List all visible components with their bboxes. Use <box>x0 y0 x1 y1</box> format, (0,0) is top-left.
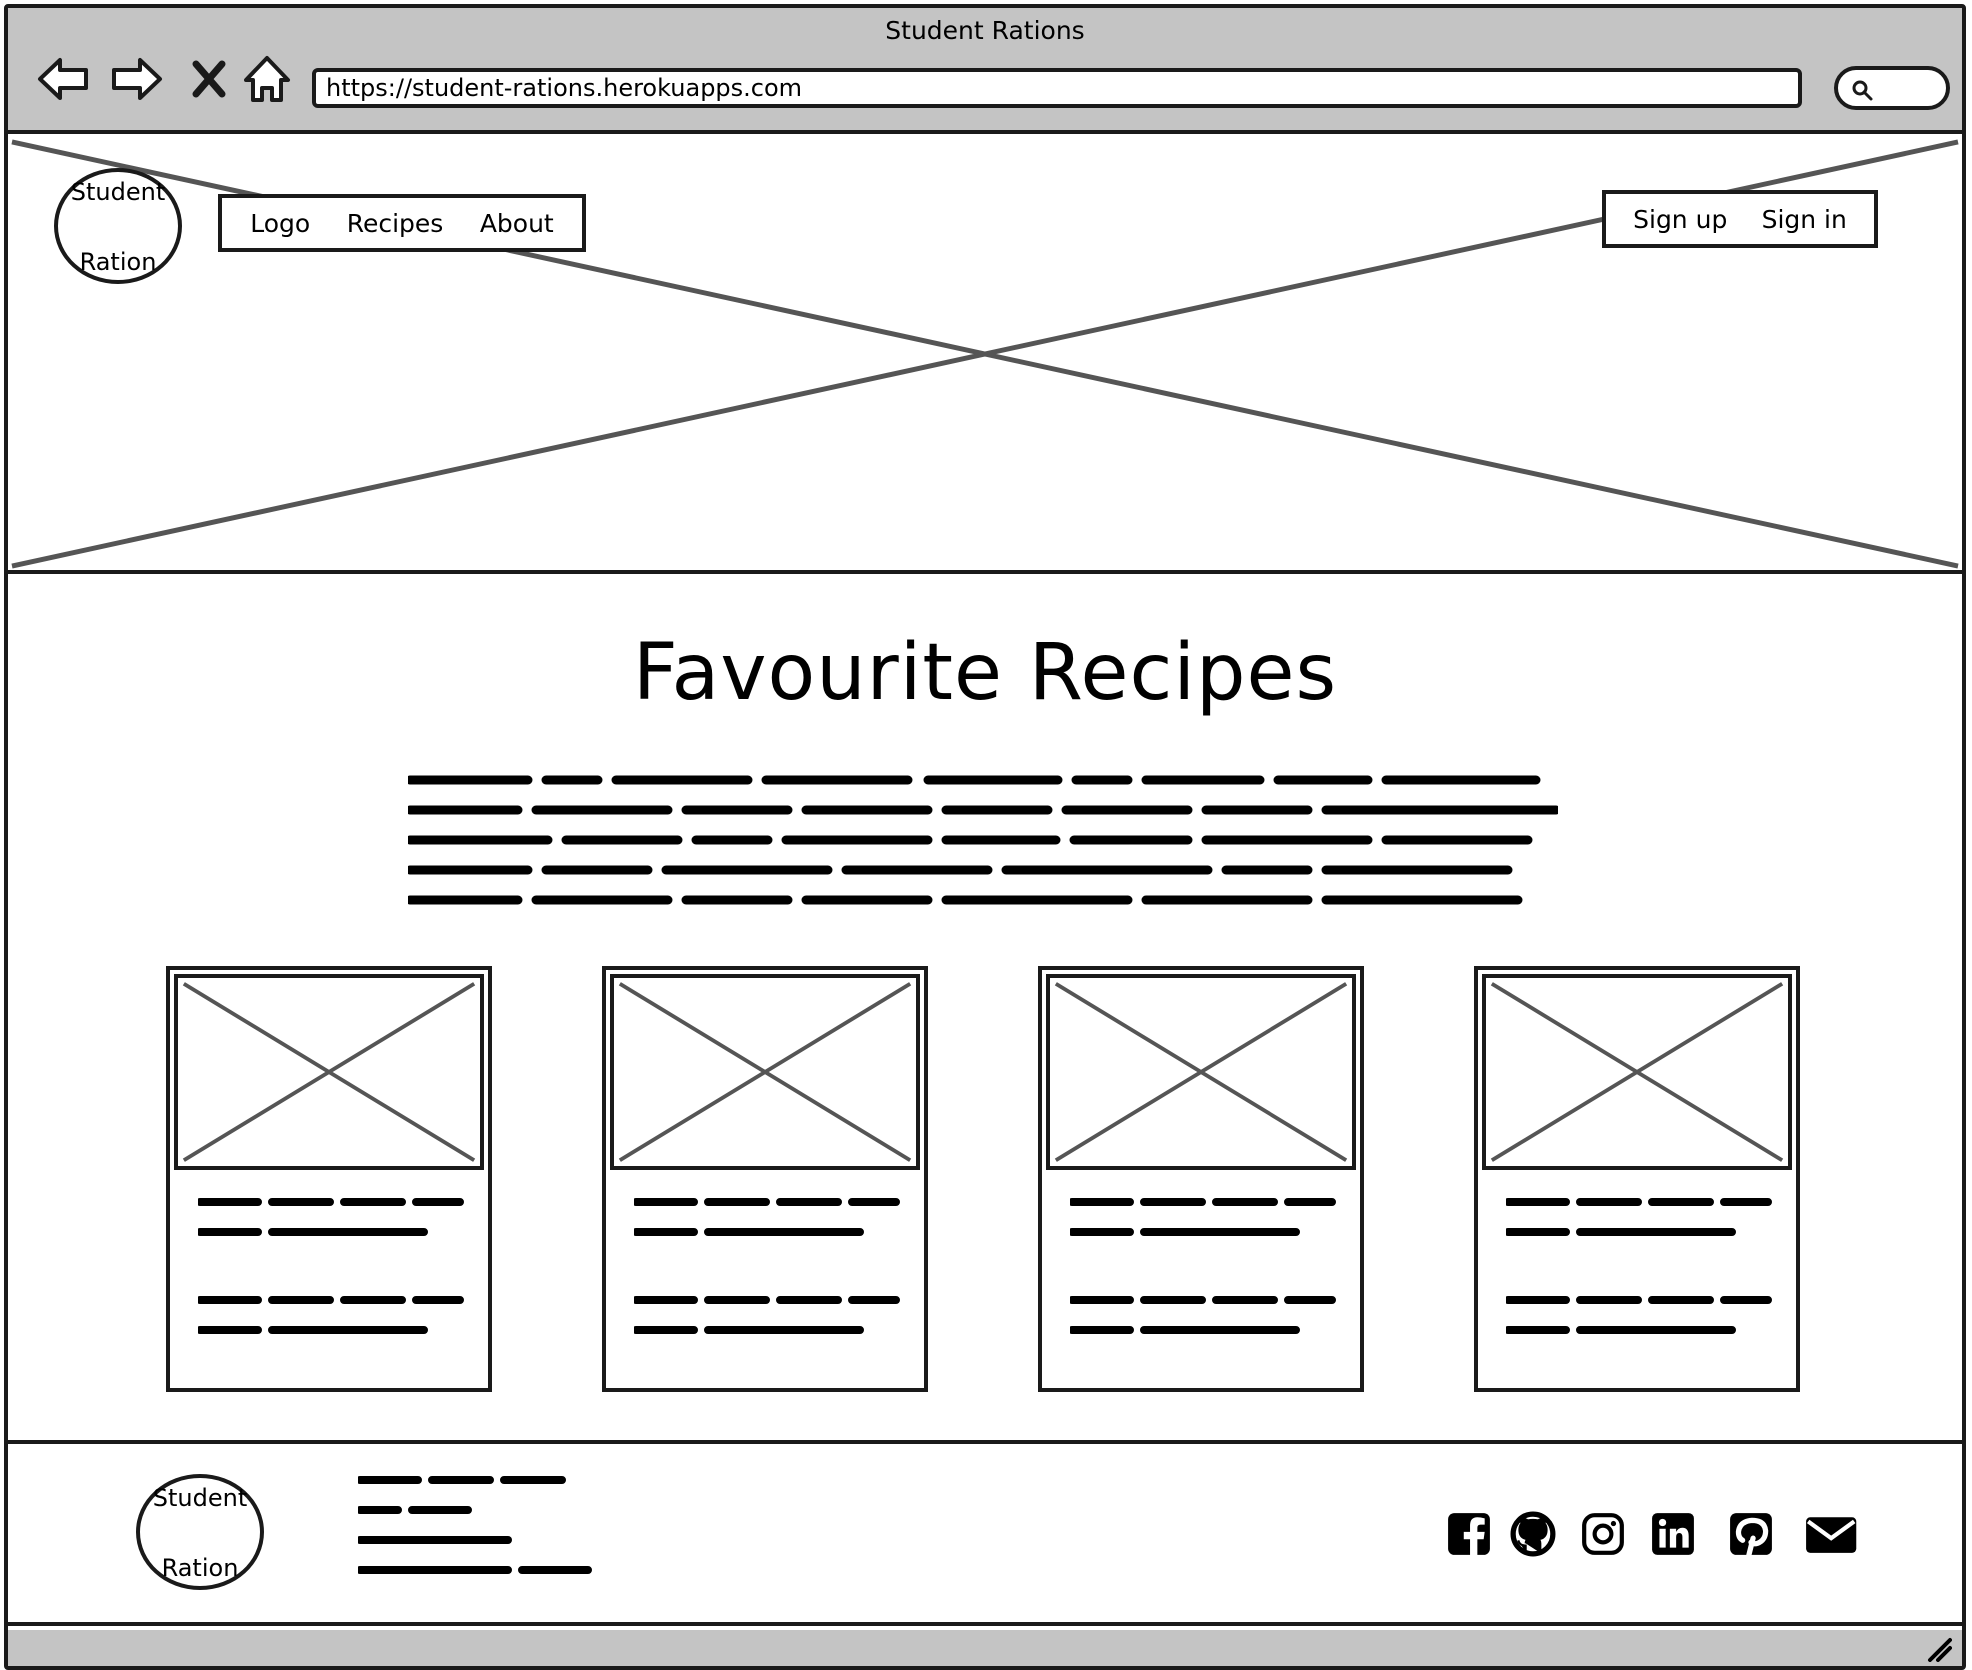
site-logo[interactable]: Student Ration <box>54 168 182 284</box>
hero-image-placeholder: Student Ration Logo Recipes About Sign u… <box>8 138 1962 574</box>
nav-item-recipes[interactable]: Recipes <box>347 209 444 238</box>
search-icon <box>1852 80 1873 101</box>
site-footer: Student Ration <box>8 1440 1962 1626</box>
browser-window: Student Rations https://student-rations.… <box>4 4 1966 1670</box>
footer-placeholder-text <box>356 1474 598 1588</box>
auth-navigation: Sign up Sign in <box>1602 190 1878 248</box>
recipe-card[interactable] <box>166 966 492 1392</box>
facebook-icon[interactable] <box>1446 1510 1492 1558</box>
instagram-icon[interactable] <box>1580 1510 1626 1558</box>
browser-search-field[interactable] <box>1834 66 1950 110</box>
nav-item-logo[interactable]: Logo <box>250 209 310 238</box>
recipe-card[interactable] <box>1038 966 1364 1392</box>
recipe-image-placeholder <box>1046 974 1356 1170</box>
browser-status-bar <box>8 1630 1962 1666</box>
email-icon[interactable] <box>1804 1510 1858 1558</box>
close-icon[interactable] <box>180 50 238 108</box>
recipe-image-placeholder <box>1482 974 1792 1170</box>
github-icon[interactable] <box>1510 1510 1556 1558</box>
recipe-card[interactable] <box>1474 966 1800 1392</box>
recipe-card-text <box>1068 1196 1340 1350</box>
recipe-card-text <box>196 1196 468 1350</box>
recipe-card-text <box>632 1196 904 1350</box>
recipe-card-text <box>1504 1196 1776 1350</box>
home-icon[interactable] <box>238 50 296 108</box>
footer-logo-text-line2: Ration <box>161 1554 239 1582</box>
logo-text-line1: Student <box>70 178 166 206</box>
scribble-lines <box>408 775 1558 905</box>
recipe-image-placeholder <box>174 974 484 1170</box>
url-input[interactable]: https://student-rations.herokuapps.com <box>312 68 1802 108</box>
footer-logo-text-line1: Student <box>152 1484 248 1512</box>
back-arrow-icon[interactable] <box>34 50 92 108</box>
browser-toolbar: Student Rations https://student-rations.… <box>8 8 1962 134</box>
linkedin-icon[interactable] <box>1650 1510 1696 1558</box>
main-navigation: Logo Recipes About <box>218 194 586 252</box>
pinterest-icon[interactable] <box>1728 1510 1774 1558</box>
page-title: Favourite Recipes <box>632 628 1338 718</box>
resize-grip-icon[interactable] <box>1926 1636 1952 1662</box>
window-title: Student Rations <box>885 16 1085 45</box>
recipe-card[interactable] <box>602 966 928 1392</box>
logo-text-line2: Ration <box>79 248 157 276</box>
sign-in-link[interactable]: Sign in <box>1762 205 1847 234</box>
forward-arrow-icon[interactable] <box>108 50 166 108</box>
recipe-image-placeholder <box>610 974 920 1170</box>
nav-item-about[interactable]: About <box>480 209 554 238</box>
intro-placeholder-text <box>408 772 1558 922</box>
sign-up-link[interactable]: Sign up <box>1633 205 1727 234</box>
footer-logo[interactable]: Student Ration <box>136 1474 264 1590</box>
